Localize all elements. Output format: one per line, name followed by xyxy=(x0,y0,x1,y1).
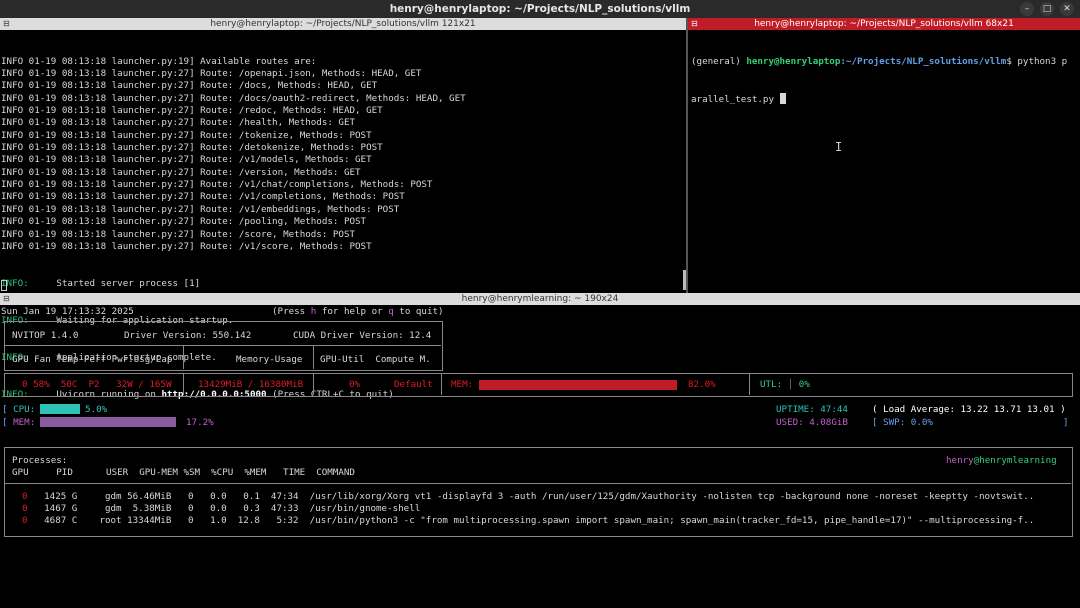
cpu-bar xyxy=(40,404,80,414)
col-divider xyxy=(749,373,750,395)
left-pane-titlebar[interactable]: ⊟ henry@henrylaptop: ~/Projects/NLP_solu… xyxy=(0,18,686,30)
table-row[interactable]: 0 1425 G gdm 56.46MiB 0 0.0 0.1 47:34 /u… xyxy=(22,491,1034,503)
log-line: INFO 01-19 08:13:18 launcher.py:27] Rout… xyxy=(1,92,466,104)
terminal-icon: ⊟ xyxy=(691,19,698,28)
text-cursor xyxy=(779,92,786,104)
window-titlebar: henry@henrylaptop: ~/Projects/NLP_soluti… xyxy=(0,0,1080,18)
load-average: ( Load Average: 13.22 13.71 13.01 ) xyxy=(872,404,1066,415)
ibeam-cursor-icon: Ι xyxy=(835,140,843,154)
bottom-pane-title: henry@henrymlearning: ~ 190x24 xyxy=(461,294,619,304)
right-pane-title: henry@henrylaptop: ~/Projects/NLP_soluti… xyxy=(754,19,1014,29)
terminal-cursor xyxy=(1,280,7,291)
process-user-host: henry@henrymlearning xyxy=(946,455,1057,466)
log-line: INFO 01-19 08:13:18 launcher.py:27] Rout… xyxy=(1,203,400,215)
pane-divider[interactable] xyxy=(686,18,688,293)
cpu-row: [ CPU: xyxy=(2,404,36,415)
used-mem: USED: 4.08GiB xyxy=(776,417,848,428)
processes-divider xyxy=(4,483,1071,484)
gpu-mem-label: MEM: xyxy=(451,379,474,390)
gpu-mem-pct: 82.0% xyxy=(688,379,716,390)
log-line: INFO 01-19 08:13:18 launcher.py:27] Rout… xyxy=(1,179,433,191)
col-divider xyxy=(313,345,314,369)
maximize-button[interactable]: □ xyxy=(1040,2,1054,16)
col-header-gpu: GPU Fan Temp Perf Pwr:Usg/Cap xyxy=(12,354,173,365)
left-pane-title: henry@henrylaptop: ~/Projects/NLP_soluti… xyxy=(210,19,476,29)
right-pane-titlebar[interactable]: ⊟ henry@henrylaptop: ~/Projects/NLP_solu… xyxy=(688,18,1080,30)
log-line: INFO 01-19 08:13:18 launcher.py:27] Rout… xyxy=(1,142,383,154)
table-row[interactable]: 0 1467 G gdm 5.38MiB 0 0.0 0.3 47:33 /us… xyxy=(22,503,420,515)
log-line: INFO 01-19 08:13:18 launcher.py:27] Rout… xyxy=(1,154,372,166)
terminal-icon: ⊟ xyxy=(3,294,10,303)
table-row[interactable]: 0 4687 C root 13344MiB 0 1.0 12.8 5:32 /… xyxy=(22,515,1034,527)
uptime: UPTIME: 47:44 xyxy=(776,404,848,415)
log-line: INFO 01-19 08:13:18 launcher.py:27] Rout… xyxy=(1,216,367,228)
gpu-util: 0% xyxy=(349,379,361,390)
terminal-icon: ⊟ xyxy=(3,19,10,28)
process-columns: GPU PID USER GPU-MEM %SM %CPU %MEM TIME … xyxy=(12,467,355,478)
gpu-compute-mode: Default xyxy=(394,379,433,390)
log-line: INFO 01-19 08:13:18 launcher.py:27] Rout… xyxy=(1,68,422,80)
nvitop-version: NVITOP 1.4.0 xyxy=(12,330,79,341)
log-line: INFO 01-19 08:13:18 launcher.py:27] Rout… xyxy=(1,129,372,141)
cuda-version: CUDA Driver Version: 12.4 xyxy=(293,330,432,341)
gpu-memory-usage: 13429MiB / 16380MiB xyxy=(198,379,304,390)
log-line: INFO 01-19 08:13:18 launcher.py:27] Rout… xyxy=(1,117,356,129)
mem-row: [ MEM: xyxy=(2,417,36,428)
driver-version: Driver Version: 550.142 xyxy=(124,330,252,341)
gpu-row[interactable]: 0 58% 50C P2 32W / 165W xyxy=(22,379,171,391)
minimize-button[interactable]: – xyxy=(1020,2,1034,16)
gpu-util-label: UTL: │ 0% xyxy=(760,379,810,390)
shell-prompt[interactable]: (general) henry@henrylaptop:~/Projects/N… xyxy=(691,31,1067,118)
col-divider xyxy=(183,373,184,395)
swap-close: ] xyxy=(1063,417,1069,428)
gpu-mem-bar xyxy=(479,380,677,390)
col-divider xyxy=(441,373,442,395)
col-divider xyxy=(183,345,184,369)
nvitop-help: (Press h for help or q to quit) xyxy=(272,306,444,317)
swap: [ SWP: 0.0% xyxy=(872,417,933,428)
col-divider xyxy=(313,373,314,395)
log-line: INFO: Started server process [1] xyxy=(1,277,201,289)
host-mem-bar xyxy=(40,417,176,427)
window-title: henry@henrylaptop: ~/Projects/NLP_soluti… xyxy=(389,3,691,15)
close-button[interactable]: ✕ xyxy=(1060,2,1074,16)
bottom-pane-titlebar[interactable]: ⊟ henry@henrymlearning: ~ 190x24 xyxy=(0,293,1080,305)
log-line: INFO 01-19 08:13:18 launcher.py:27] Rout… xyxy=(1,166,361,178)
log-line: INFO 01-19 08:13:18 launcher.py:27] Rout… xyxy=(1,105,383,117)
log-line: INFO 01-19 08:13:18 launcher.py:27] Rout… xyxy=(1,228,356,240)
header-divider xyxy=(4,345,441,346)
host-mem-pct: 17.2% xyxy=(186,417,214,428)
log-line: INFO 01-19 08:13:18 launcher.py:27] Rout… xyxy=(1,80,378,92)
nvitop-date: Sun Jan 19 17:13:32 2025 xyxy=(1,306,134,317)
processes-label: Processes: xyxy=(12,455,68,466)
log-lines: INFO 01-19 08:13:18 launcher.py:19] Avai… xyxy=(1,56,466,254)
log-line: INFO 01-19 08:13:18 launcher.py:27] Rout… xyxy=(1,191,405,203)
cpu-pct: 5.0% xyxy=(85,404,108,415)
col-header-memory: Memory-Usage xyxy=(236,354,303,365)
log-line: INFO 01-19 08:13:18 launcher.py:27] Rout… xyxy=(1,240,372,252)
col-header-util: GPU-Util Compute M. xyxy=(320,354,431,365)
log-line: INFO 01-19 08:13:18 launcher.py:19] Avai… xyxy=(1,55,317,67)
